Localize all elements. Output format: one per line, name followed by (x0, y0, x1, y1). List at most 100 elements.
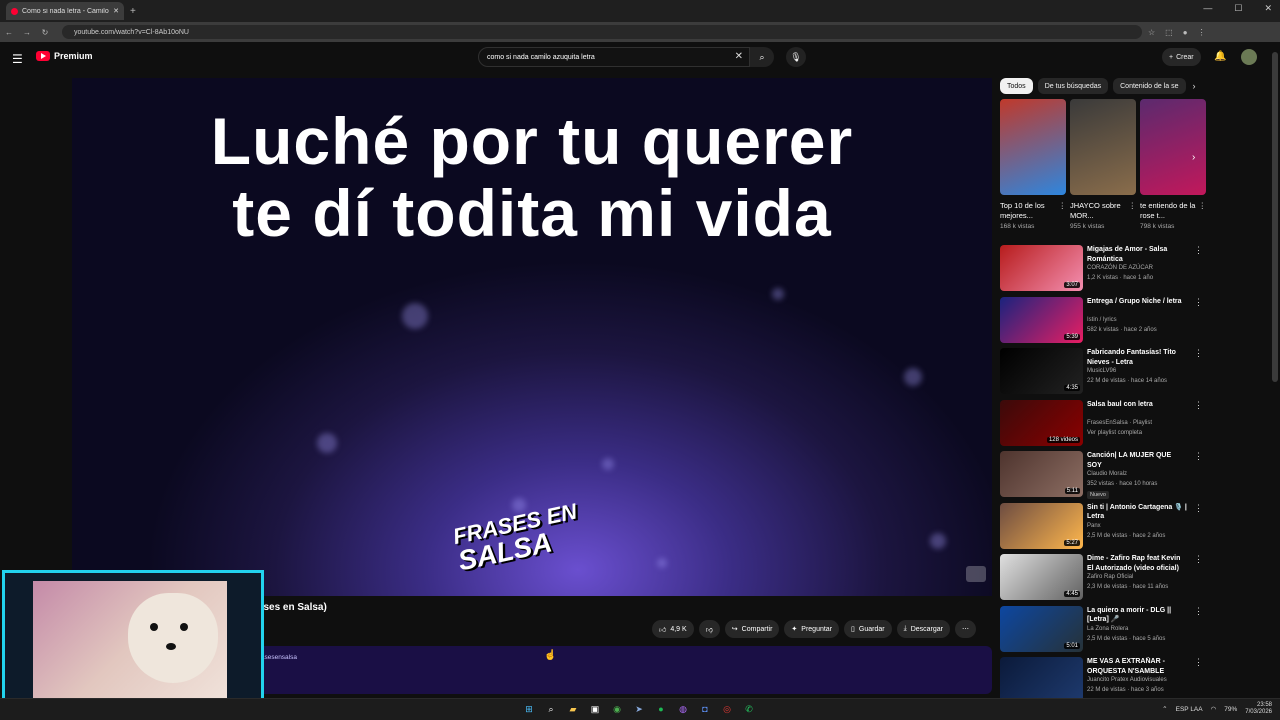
battery-level[interactable]: 79% (1224, 706, 1237, 713)
chevron-up-icon[interactable]: ⌃ (1162, 705, 1167, 713)
close-tab-icon[interactable]: ✕ (113, 7, 119, 15)
file-explorer-icon[interactable]: ▰ (566, 702, 580, 716)
more-actions-button[interactable]: ⋯ (954, 620, 976, 638)
ask-button[interactable]: ✦ Preguntar (784, 620, 840, 638)
video-thumbnail[interactable]: 5:11 (1000, 451, 1083, 497)
voice-search-button[interactable]: 🎙 (786, 47, 806, 67)
chip-all[interactable]: Todos (1000, 78, 1033, 94)
more-options-icon[interactable]: ⋮ (1194, 245, 1203, 256)
video-thumbnail[interactable]: 5:01 (1000, 605, 1083, 652)
video-title[interactable]: La quiero a morir - DLG || [Letra] 🎤 (1087, 606, 1187, 625)
video-title[interactable]: Dime - Zafiro Rap feat Kevin El Autoriza… (1087, 554, 1187, 573)
channel-name[interactable]: CORAZÓN DE AZÚCAR (1087, 265, 1153, 271)
windows-start-icon[interactable]: ⊞ (522, 702, 536, 716)
reload-icon[interactable]: ↻ (36, 28, 54, 37)
more-options-icon[interactable]: ⋮ (1194, 657, 1203, 668)
recommended-video[interactable]: 4:35 Fabricando Fantasías! Tito Nieves -… (1000, 348, 1270, 400)
more-options-icon[interactable]: ⋮ (1194, 554, 1203, 565)
whatsapp-icon[interactable]: ✆ (742, 702, 756, 716)
chip-from-searches[interactable]: De tus búsquedas (1037, 78, 1109, 94)
dislike-button[interactable]: 👎︎ (698, 620, 720, 638)
url-field[interactable]: youtube.com/watch?v=Cl-8Ab10oNU (62, 25, 1142, 39)
short-thumbnail[interactable] (1140, 99, 1206, 195)
recommended-video[interactable]: ME VAS A EXTRAÑAR - ORQUESTA N'SAMBLE (E… (1000, 657, 1270, 698)
download-button[interactable]: ⤓ Descargar (896, 620, 950, 638)
short-item[interactable]: Top 10 de los mejores... ⋮ 168 k vistas (1000, 99, 1066, 230)
video-title[interactable]: ME VAS A EXTRAÑAR - ORQUESTA N'SAMBLE (E… (1087, 657, 1187, 676)
video-title[interactable]: Canción| LA MUJER QUE SOY (1087, 451, 1187, 470)
minimize-button[interactable]: — (1203, 3, 1212, 14)
video-thumbnail[interactable] (1000, 657, 1083, 698)
youtube-logo[interactable]: Premium (36, 51, 93, 61)
video-title[interactable]: Migajas de Amor - Salsa Romántica (1087, 245, 1187, 264)
video-thumbnail[interactable]: 4:45 (1000, 554, 1083, 600)
search-button[interactable]: ⌕ (750, 47, 774, 67)
create-button[interactable]: + Crear (1162, 48, 1201, 66)
share-button[interactable]: ↪ Compartir (724, 620, 780, 638)
more-options-icon[interactable]: ⋮ (1194, 451, 1203, 462)
profile-icon[interactable]: ● (1183, 28, 1188, 37)
bookmark-star-icon[interactable]: ☆ (1148, 28, 1155, 37)
recommended-video[interactable]: 4:45 Dime - Zafiro Rap feat Kevin El Aut… (1000, 554, 1270, 606)
more-options-icon[interactable]: ⋮ (1194, 503, 1203, 514)
search-icon[interactable]: ⌕ (544, 702, 558, 716)
short-thumbnail[interactable] (1000, 99, 1066, 195)
more-options-icon[interactable]: ⋮ (1194, 606, 1203, 617)
short-thumbnail[interactable] (1070, 99, 1136, 195)
chrome-icon[interactable]: ◉ (610, 702, 624, 716)
more-options-icon[interactable]: ⋮ (1059, 201, 1067, 211)
recommended-video[interactable]: 5:11 Canción| LA MUJER QUE SOY Claudio M… (1000, 451, 1270, 503)
video-thumbnail[interactable]: 3:07 (1000, 245, 1083, 291)
recommended-video[interactable]: 3:07 Migajas de Amor - Salsa Romántica C… (1000, 245, 1270, 297)
obs-icon[interactable]: ◎ (720, 702, 734, 716)
chevron-right-icon[interactable]: › (1193, 81, 1196, 91)
video-thumbnail[interactable]: 5:27 (1000, 502, 1083, 549)
recommended-video[interactable]: 128 videos Salsa baul con letra FrasesEn… (1000, 399, 1270, 452)
forward-arrow-icon[interactable]: → (18, 28, 36, 37)
recommended-video[interactable]: 5:39 Entrega / Grupo Niche / letra Istin… (1000, 296, 1270, 349)
back-arrow-icon[interactable]: ← (0, 28, 18, 37)
short-item[interactable]: te entiendo de la rose t... ⋮ 798 k vista… (1140, 99, 1206, 230)
recommended-video[interactable]: 5:27 Sin ti | Antonio Cartagena 🎙️ | Let… (1000, 502, 1270, 555)
maximize-button[interactable]: ☐ (1234, 3, 1242, 14)
account-avatar[interactable] (1241, 49, 1257, 65)
video-title[interactable]: Entrega / Grupo Niche / letra (1087, 297, 1187, 316)
more-options-icon[interactable]: ⋮ (1129, 201, 1137, 211)
browser-tab[interactable]: Como si nada letra - Camilo ✕ (6, 2, 124, 20)
video-title[interactable]: Sin ti | Antonio Cartagena 🎙️ | Letra (1087, 503, 1187, 522)
video-player[interactable]: Luché por tu querer te dí todita mi vida… (72, 78, 992, 596)
hamburger-menu-icon[interactable]: ☰ (12, 52, 23, 66)
shorts-next-icon[interactable]: › (1192, 152, 1195, 163)
video-thumbnail[interactable]: 128 videos (1000, 399, 1083, 446)
search-input[interactable]: como si nada camilo azuquita letra ✕ (478, 47, 750, 67)
browser-menu-icon[interactable]: ⋮ (1198, 28, 1206, 37)
language-indicator[interactable]: ESP LAA (1176, 706, 1203, 713)
short-item[interactable]: JHAYCO sobre MOR... ⋮ 955 k vistas (1070, 99, 1136, 230)
video-thumbnail[interactable]: 5:39 (1000, 296, 1083, 343)
close-window-button[interactable]: ✕ (1264, 3, 1272, 14)
recommended-video[interactable]: 5:01 La quiero a morir - DLG || [Letra] … (1000, 605, 1270, 658)
like-button[interactable]: 👍︎ 4,9 K (652, 620, 694, 638)
page-scrollbar[interactable] (1272, 52, 1278, 382)
channel-name[interactable]: Juancito Pratex Audiovisuales (1087, 677, 1167, 683)
more-options-icon[interactable]: ⋮ (1194, 348, 1203, 359)
channel-name[interactable]: Claudio Moralz (1087, 471, 1127, 477)
more-options-icon[interactable]: ⋮ (1194, 297, 1203, 308)
notifications-bell-icon[interactable]: 🔔 (1214, 51, 1226, 62)
more-options-icon[interactable]: ⋮ (1199, 201, 1207, 211)
video-thumbnail[interactable]: 4:35 (1000, 348, 1083, 394)
video-title[interactable]: Fabricando Fantasías! Tito Nieves - Letr… (1087, 348, 1187, 367)
telegram-icon[interactable]: ➤ (632, 702, 646, 716)
spotify-icon[interactable]: ● (654, 702, 668, 716)
chip-channel-content[interactable]: Contenido de la se (1113, 78, 1186, 94)
channel-name[interactable]: La Zona Rolera (1087, 626, 1128, 632)
clear-search-icon[interactable]: ✕ (735, 51, 743, 62)
channel-name[interactable]: Panx (1087, 523, 1101, 529)
channel-name[interactable]: MusicLV96 (1087, 368, 1116, 374)
description-box[interactable]: marafann #frasesensalsa (224, 646, 992, 694)
extensions-icon[interactable]: ⬚ (1165, 28, 1173, 37)
new-tab-button[interactable]: + (130, 6, 136, 17)
channel-name[interactable]: Istin / lyrics (1087, 317, 1117, 323)
channel-name[interactable]: FrasesEnSalsa · Playlist (1087, 420, 1152, 426)
video-title[interactable]: Salsa baul con letra (1087, 400, 1187, 419)
